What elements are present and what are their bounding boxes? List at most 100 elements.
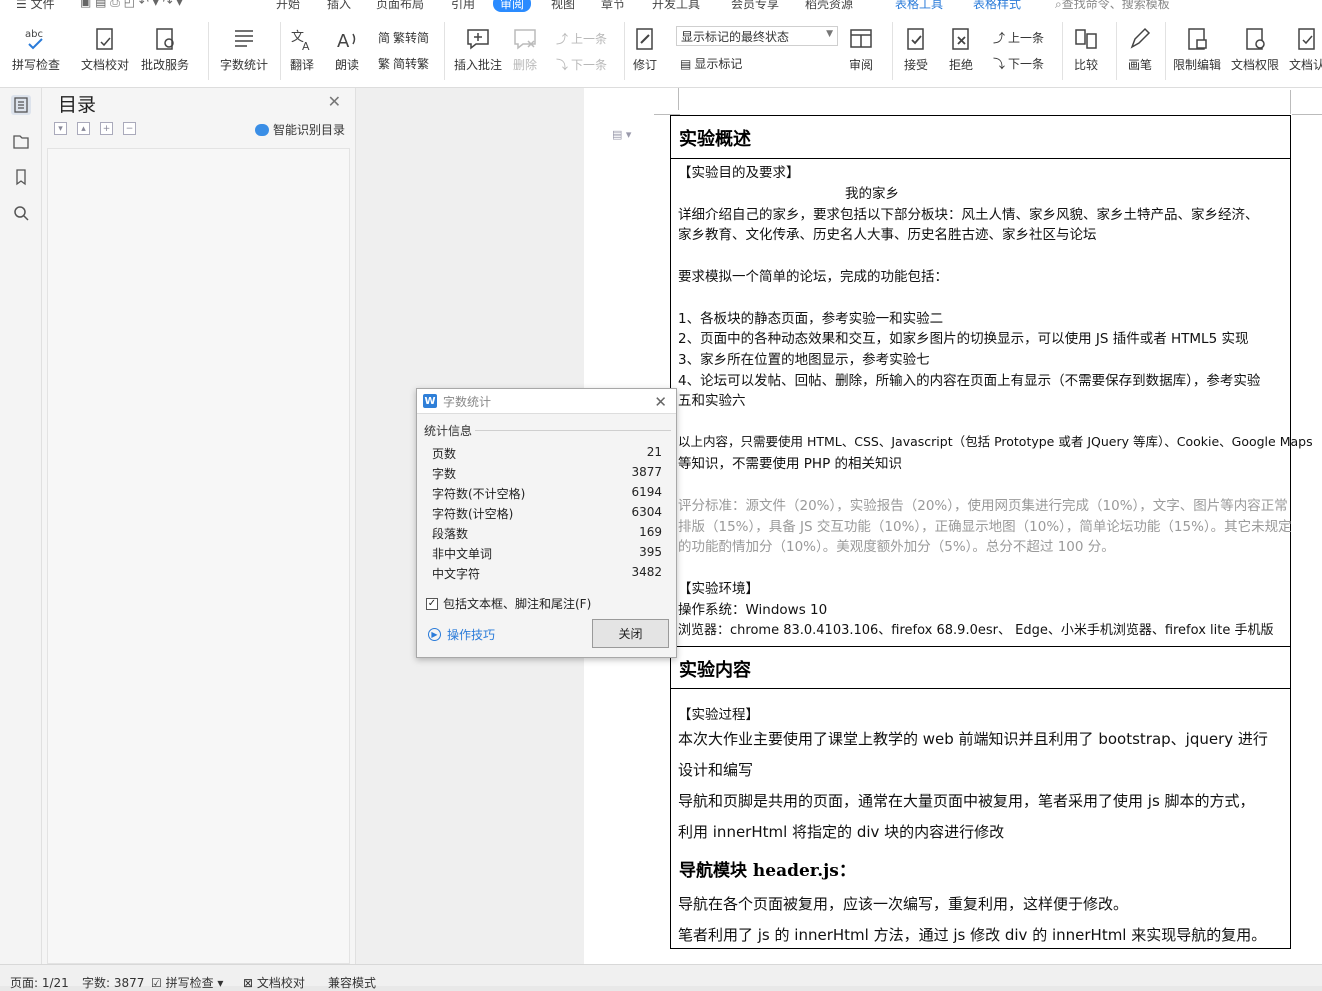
word-count-button[interactable]: 字数统计 bbox=[220, 14, 268, 73]
pen-label: 画笔 bbox=[1127, 58, 1152, 72]
simp-to-trad-label: 简转繁 bbox=[393, 57, 430, 71]
nav-pane-icon[interactable] bbox=[11, 131, 31, 151]
doc-line: 笔者利用了 js 的 innerHtml 方法，通过 js 修改 div 的 i… bbox=[678, 926, 1267, 944]
word-count-indicator[interactable]: 字数: 3877 bbox=[82, 974, 144, 991]
pen-button[interactable]: 画笔 bbox=[1127, 14, 1153, 73]
report-table: 实验概述 【实验目的及要求】 我的家乡 详细介绍自己的家乡，要求包括以下部分板块… bbox=[670, 115, 1313, 949]
tab-view[interactable]: 视图 bbox=[551, 0, 575, 12]
page-indicator[interactable]: 页面: 1/21 bbox=[10, 974, 69, 991]
delete-comment-button[interactable]: 删除 bbox=[512, 14, 538, 73]
track-changes-button[interactable]: 修订 bbox=[632, 14, 658, 73]
tab-home[interactable]: 开始 bbox=[276, 0, 300, 12]
status-bar: 页面: 1/21 字数: 3877 ☑ 拼写检查 ▾ ⊠ 文档校对 兼容模式 bbox=[0, 964, 1322, 990]
accept-button[interactable]: 接受 bbox=[903, 14, 929, 73]
ribbon-divider bbox=[1165, 22, 1166, 80]
tips-link[interactable]: ▶ 操作技巧 bbox=[428, 626, 495, 643]
section-title-overview: 实验概述 bbox=[671, 116, 1290, 159]
remove-heading-icon[interactable]: − bbox=[123, 122, 136, 135]
tab-table-tools[interactable]: 表格工具 bbox=[895, 0, 943, 12]
doc-line: 等知识，不需要使用 PHP 的相关知识 bbox=[678, 456, 903, 472]
search-icon[interactable] bbox=[11, 203, 31, 223]
include-textbox-checkbox[interactable]: ✓ 包括文本框、脚注和尾注(F) bbox=[426, 595, 591, 612]
collapse-down-icon[interactable]: ▾ bbox=[54, 122, 67, 135]
stat-value: 3877 bbox=[631, 465, 662, 479]
expand-up-icon[interactable]: ▴ bbox=[77, 122, 90, 135]
dialog-title: 字数统计 bbox=[443, 394, 492, 409]
doc-line: 导航在各个页面被复用，应该一次编写，重复利用，这样便于修改。 bbox=[678, 895, 1129, 913]
prev-change-button[interactable]: ⤴ 上一条 bbox=[993, 29, 1044, 46]
tab-page-layout[interactable]: 页面布局 bbox=[376, 0, 424, 12]
command-search[interactable]: ⌕查找命令、搜索模板 bbox=[1055, 0, 1170, 12]
markup-mode-select[interactable]: 显示标记的最终状态 ▼ bbox=[676, 26, 838, 46]
stat-row: 页数 21 bbox=[432, 445, 662, 462]
stat-row: 字符数(不计空格) 6194 bbox=[432, 485, 662, 502]
read-aloud-button[interactable]: A 朗读 bbox=[334, 14, 360, 73]
word-count-dialog: W 字数统计 ✕ 统计信息 页数 21 字数 3877 字符数(不计空格) 6194 … bbox=[416, 388, 677, 658]
file-menu-label: 文件 bbox=[30, 0, 55, 11]
tab-table-style[interactable]: 表格样式 bbox=[973, 0, 1021, 12]
simp-to-trad-button[interactable]: 繁简转繁 bbox=[378, 55, 429, 72]
review-ribbon: abc 拼写检查 文档校对 批改服务 字数统计 文A 翻译 A 朗读 简繁转简 … bbox=[0, 14, 1322, 88]
spell-check-status-label: 拼写检查 bbox=[165, 976, 214, 990]
stat-value: 6304 bbox=[631, 505, 662, 519]
restrict-edit-button[interactable]: 限制编辑 bbox=[1173, 14, 1221, 73]
next-comment-button[interactable]: ⤵ 下一条 bbox=[556, 56, 607, 73]
doc-proof-status[interactable]: ⊠ 文档校对 bbox=[243, 974, 305, 991]
scoring-line: 评分标准：源文件（20%），实验报告（20%），使用网页集进行完成（10%），文… bbox=[678, 498, 1288, 514]
add-heading-icon[interactable]: + bbox=[100, 122, 113, 135]
review-pane-button[interactable]: 审阅 bbox=[848, 14, 874, 73]
close-icon[interactable]: ✕ bbox=[654, 393, 667, 411]
doc-line: 本次大作业主要使用了课堂上教学的 web 前端知识并且利用了 bootstrap… bbox=[678, 730, 1268, 748]
doc-list-item: 五和实验六 bbox=[678, 393, 746, 409]
tab-insert[interactable]: 插入 bbox=[327, 0, 351, 12]
show-markup-button[interactable]: ▤ 显示标记 bbox=[680, 55, 742, 72]
prev-comment-button[interactable]: ⤴ 上一条 bbox=[556, 30, 607, 47]
word-count-label: 字数统计 bbox=[220, 58, 269, 72]
tab-member[interactable]: 会员专享 bbox=[731, 0, 779, 12]
file-menu[interactable]: ☰ 文件 bbox=[16, 0, 55, 12]
tab-chapter[interactable]: 章节 bbox=[601, 0, 625, 12]
paragraph-format-icon[interactable]: ▤ ▾ bbox=[612, 128, 631, 141]
reject-button[interactable]: 拒绝 bbox=[948, 14, 974, 73]
doc-proof-button[interactable]: 文档校对 bbox=[81, 14, 129, 73]
page-margin-mark bbox=[1290, 90, 1291, 114]
next-change-icon: ⤵ bbox=[993, 57, 1006, 71]
quick-access-icons[interactable]: ▣ ▤ ⎙ ◰ ↶ ▾ ↷ ▾ bbox=[80, 0, 182, 10]
translate-button[interactable]: 文A 翻译 bbox=[289, 14, 315, 73]
stat-row: 中文字符 3482 bbox=[432, 565, 662, 582]
stat-value: 3482 bbox=[631, 565, 662, 579]
revise-service-icon bbox=[156, 28, 174, 50]
prev-comment-label: 上一条 bbox=[571, 32, 608, 46]
insert-comment-button[interactable]: 插入批注 bbox=[454, 14, 502, 73]
doc-cert-button[interactable]: 文档认 bbox=[1289, 14, 1322, 73]
reject-icon bbox=[952, 28, 969, 50]
topic-title: 我的家乡 bbox=[845, 186, 899, 202]
tab-developer[interactable]: 开发工具 bbox=[652, 0, 700, 12]
stat-row: 段落数 169 bbox=[432, 525, 662, 542]
smart-toc-button[interactable]: 智能识别目录 bbox=[254, 121, 345, 138]
next-change-button[interactable]: ⤵ 下一条 bbox=[993, 55, 1044, 72]
tab-review[interactable]: 审阅 bbox=[493, 0, 532, 12]
trad-to-simp-button[interactable]: 简繁转简 bbox=[378, 29, 429, 46]
command-search-placeholder: 查找命令、搜索模板 bbox=[1061, 0, 1170, 11]
dialog-titlebar[interactable]: W 字数统计 bbox=[417, 389, 676, 414]
stat-label: 字数 bbox=[432, 467, 457, 481]
tab-docer[interactable]: 稻壳资源 bbox=[805, 0, 853, 12]
section-title-content: 实验内容 bbox=[671, 646, 1290, 689]
doc-permission-button[interactable]: 文档权限 bbox=[1231, 14, 1279, 73]
doc-line: 要求模拟一个简单的论坛，完成的功能包括： bbox=[678, 269, 948, 285]
doc-list-item: 3、家乡所在位置的地图显示，参考实验七 bbox=[678, 352, 930, 368]
revise-service-button[interactable]: 批改服务 bbox=[141, 14, 189, 73]
compare-button[interactable]: 比较 bbox=[1073, 14, 1099, 73]
close-icon[interactable]: ✕ bbox=[328, 92, 341, 111]
tab-references[interactable]: 引用 bbox=[451, 0, 475, 12]
stat-row: 字数 3877 bbox=[432, 465, 662, 482]
spell-check-icon: abc bbox=[25, 29, 43, 50]
close-button[interactable]: 关闭 bbox=[592, 619, 669, 648]
toc-list bbox=[47, 148, 350, 964]
toc-panel-icon[interactable] bbox=[11, 95, 31, 115]
read-aloud-icon: A bbox=[337, 31, 356, 52]
spell-check-button[interactable]: abc 拼写检查 bbox=[12, 14, 60, 73]
spell-check-status[interactable]: ☑ 拼写检查 ▾ bbox=[151, 974, 223, 991]
bookmark-icon[interactable] bbox=[11, 167, 31, 187]
